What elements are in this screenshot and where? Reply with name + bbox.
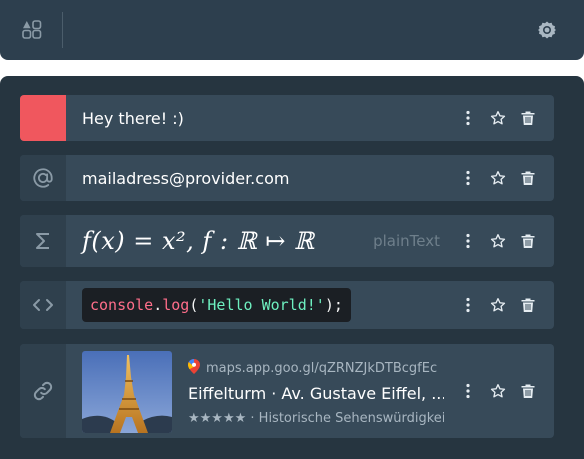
clip-actions <box>460 95 536 141</box>
more-vertical-icon[interactable] <box>460 383 476 399</box>
trash-icon[interactable] <box>520 110 536 126</box>
link-preview: maps.app.goo.gl/qZRNZJkDTBcgfEc Eiffeltu… <box>82 351 444 433</box>
link-title: Eiffelturm · Av. Gustave Eiffel, ... <box>188 384 444 403</box>
link-url-row: maps.app.goo.gl/qZRNZJkDTBcgfEc <box>188 359 437 378</box>
clip-actions <box>460 281 536 329</box>
clip-actions <box>460 155 536 201</box>
code-object: console <box>90 296 154 314</box>
more-vertical-icon[interactable] <box>460 297 476 313</box>
clip-email: mailadress@provider.com <box>82 168 290 188</box>
code-string: 'Hello World!' <box>198 296 325 314</box>
code-dot: . <box>153 296 163 314</box>
clip-actions <box>460 344 536 438</box>
code-paren-close: ); <box>324 296 343 314</box>
star-outline-icon[interactable] <box>490 233 506 249</box>
trash-icon[interactable] <box>520 233 536 249</box>
code-container: console.log('Hello World!'); <box>82 281 444 329</box>
clip-card-code[interactable]: console.log('Hello World!'); <box>20 281 554 329</box>
code-snippet: console.log('Hello World!'); <box>82 288 351 322</box>
clip-card-link[interactable]: maps.app.goo.gl/qZRNZJkDTBcgfEc Eiffeltu… <box>20 344 554 438</box>
math-formula: f(x) = x², f : ℝ ↦ ℝ <box>82 227 315 255</box>
map-pin-icon <box>188 359 200 378</box>
at-icon <box>20 155 66 201</box>
clip-card-math[interactable]: f(x) = x², f : ℝ ↦ ℝ plainText <box>20 215 554 267</box>
star-outline-icon[interactable] <box>490 297 506 313</box>
more-vertical-icon[interactable] <box>460 233 476 249</box>
trash-icon[interactable] <box>520 383 536 399</box>
star-outline-icon[interactable] <box>490 110 506 126</box>
star-outline-icon[interactable] <box>490 383 506 399</box>
toolbar-divider <box>62 12 63 48</box>
more-vertical-icon[interactable] <box>460 170 476 186</box>
code-brackets-icon <box>20 281 66 329</box>
clip-actions <box>460 215 536 267</box>
clip-card-text[interactable]: Hey there! :) <box>20 95 554 141</box>
code-function: log <box>162 296 190 314</box>
link-url[interactable]: maps.app.goo.gl/qZRNZJkDTBcgfEc <box>206 361 437 376</box>
link-subtitle: ★★★★★ · Historische Sehenswürdigkeit <box>188 411 444 426</box>
color-swatch <box>20 95 66 141</box>
sigma-icon <box>20 215 66 267</box>
clip-text: Hey there! :) <box>82 108 184 128</box>
link-text: maps.app.goo.gl/qZRNZJkDTBcgfEc Eiffeltu… <box>188 351 444 431</box>
apps-icon[interactable] <box>22 20 42 40</box>
more-vertical-icon[interactable] <box>460 110 476 126</box>
plaintext-label: plainText <box>373 232 440 250</box>
top-bar <box>0 0 584 60</box>
eiffel-tower-thumbnail <box>82 351 172 433</box>
star-outline-icon[interactable] <box>490 170 506 186</box>
clipboard-panel: Hey there! :) mailadress@provider.com f(… <box>0 76 584 459</box>
trash-icon[interactable] <box>520 297 536 313</box>
settings-gear-icon[interactable] <box>537 20 557 40</box>
trash-icon[interactable] <box>520 170 536 186</box>
clip-card-email[interactable]: mailadress@provider.com <box>20 155 554 201</box>
link-icon <box>20 344 66 438</box>
